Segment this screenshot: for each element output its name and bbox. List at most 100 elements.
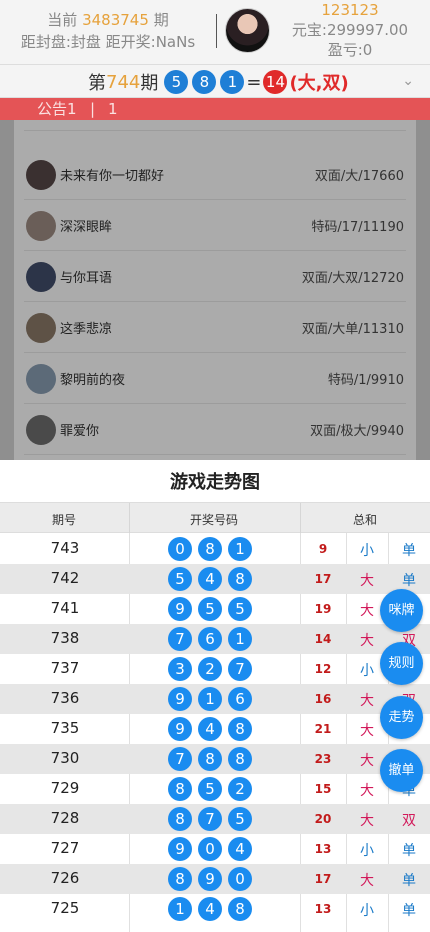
- col-numbers: 开奖号码: [190, 513, 239, 527]
- issue-number: 736: [50, 689, 80, 707]
- number-ball: 2: [198, 657, 222, 681]
- bet-list: 未来有你一切都好 双面/大/17660 深深眼眸 特码/17/11190 与你耳…: [14, 120, 416, 460]
- number-ball: 9: [168, 687, 192, 711]
- table-row: 73078823大单: [0, 744, 430, 774]
- col-issue: 期号: [52, 513, 77, 527]
- issue-info: 当前 3483745 期 距封盘:封盘 距开奖:NaNs: [0, 9, 216, 53]
- draw-balls: 904: [168, 837, 258, 861]
- list-item: 未来有你一切都好 双面/大/17660: [24, 149, 406, 200]
- bet-detail: 双面/大单/11310: [301, 322, 404, 337]
- rules-button[interactable]: 规则: [380, 642, 423, 685]
- sum-value: 23: [314, 752, 332, 766]
- bettor-name: 深深眼眸: [60, 220, 113, 235]
- sum-value: 19: [314, 602, 332, 616]
- list-item: 深深眼眸 特码/17/11190: [24, 200, 406, 251]
- list-item: 与你耳语 双面/大双/12720: [24, 251, 406, 302]
- col-divider: [300, 503, 301, 533]
- size-value: 小: [360, 843, 374, 859]
- parity-value: 单: [402, 843, 416, 859]
- sum-value: 13: [314, 902, 332, 916]
- size-value: 大: [360, 633, 374, 649]
- number-ball: 5: [228, 807, 252, 831]
- number-ball: 5: [198, 597, 222, 621]
- header-divider: [216, 14, 217, 48]
- table-row: 738 7 6 1 14 大双: [0, 624, 430, 654]
- number-ball: 4: [228, 837, 252, 861]
- issue-number: 743: [50, 539, 80, 557]
- sum-value: 20: [314, 812, 332, 826]
- sum-value: 12: [314, 662, 332, 676]
- header: 当前 3483745 期 距封盘:封盘 距开奖:NaNs 123123 元宝:2…: [0, 0, 430, 64]
- current-prefix: 当前: [47, 11, 78, 29]
- bettor-name: 未来有你一切都好: [60, 169, 165, 184]
- number-ball: 8: [168, 807, 192, 831]
- table-row: 727 9 0 4 13 小 单: [0, 834, 430, 864]
- draw-balls: 875: [168, 807, 258, 831]
- table-row: 74195519大单: [0, 594, 430, 624]
- number-ball: 8: [198, 537, 222, 561]
- avatar: [26, 313, 56, 343]
- bet-detail: 双面/极大/9940: [310, 424, 404, 439]
- issue-number: 741: [50, 599, 80, 617]
- profit: 盈亏:0: [327, 41, 373, 59]
- number-ball: 4: [198, 567, 222, 591]
- sheet-title: 游戏走势图: [170, 472, 260, 493]
- bet-detail: 双面/大双/12720: [301, 271, 404, 286]
- trend-button[interactable]: 走势: [380, 696, 423, 739]
- bet-detail: 特码/17/11190: [311, 220, 404, 235]
- issue-number: 725: [50, 899, 80, 917]
- number-ball: 1: [198, 687, 222, 711]
- avatar: [26, 211, 56, 241]
- draw-balls: 890: [168, 867, 258, 891]
- parity-value: 单: [402, 573, 416, 589]
- size-value: 小: [360, 903, 374, 919]
- balance: 元宝:299997.00: [291, 21, 409, 39]
- cancel-bet-button[interactable]: 撤单: [380, 749, 423, 792]
- avatar: [26, 262, 56, 292]
- number-ball: 8: [228, 897, 252, 921]
- number-ball: 1: [228, 537, 252, 561]
- size-value: 大: [360, 573, 374, 589]
- table-row: 742 5 4 8 17 大 单: [0, 564, 430, 594]
- countdown: 距封盘:封盘 距开奖:NaNs: [20, 33, 196, 51]
- number-ball: 2: [228, 777, 252, 801]
- issue-number: 742: [50, 569, 80, 587]
- number-ball: 3: [168, 657, 192, 681]
- number-ball: 8: [228, 567, 252, 591]
- size-value: 大: [360, 783, 374, 799]
- mipai-button[interactable]: 咪牌: [380, 589, 423, 632]
- number-ball: 8: [228, 747, 252, 771]
- draw-balls: 148: [168, 897, 258, 921]
- number-ball: 7: [228, 657, 252, 681]
- number-ball: 7: [168, 627, 192, 651]
- bettor-name: 黎明前的夜: [60, 373, 126, 388]
- number-ball: 9: [168, 837, 192, 861]
- user-avatar[interactable]: [225, 8, 270, 53]
- user-id: 123123: [321, 1, 379, 19]
- list-item: [24, 80, 406, 131]
- list-item: 这季悲凉 双面/大单/11310: [24, 302, 406, 353]
- sum-value: 9: [318, 542, 328, 556]
- table-header: 期号 开奖号码 总和: [0, 502, 430, 533]
- bet-detail: 特码/1/9910: [327, 373, 404, 388]
- parity-value: 双: [402, 813, 416, 829]
- number-ball: 6: [228, 687, 252, 711]
- issue-number: 729: [50, 779, 80, 797]
- number-ball: 8: [168, 777, 192, 801]
- number-ball: 5: [198, 777, 222, 801]
- bet-detail: 双面/大/17660: [314, 169, 404, 184]
- bettor-name: 罪爱你: [60, 424, 100, 439]
- sum-value: 16: [314, 692, 332, 706]
- table-row: 743 0 8 1 9 小 单: [0, 534, 430, 564]
- number-ball: 8: [168, 867, 192, 891]
- number-ball: 4: [198, 897, 222, 921]
- issue-number: 735: [50, 719, 80, 737]
- issue-number: 730: [50, 749, 80, 767]
- col-sum: 总和: [353, 513, 378, 527]
- table-row: 725 1 4 8 13 小 单: [0, 894, 430, 924]
- size-value: 小: [360, 543, 374, 559]
- issue-number: 738: [50, 629, 80, 647]
- number-ball: 0: [228, 867, 252, 891]
- draw-balls: 548: [168, 567, 258, 591]
- parity-value: 单: [402, 543, 416, 559]
